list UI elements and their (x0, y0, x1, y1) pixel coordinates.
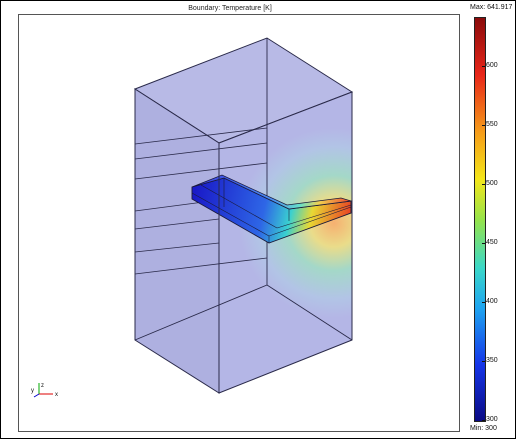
colorbar-min-label: Min: 300 (470, 425, 497, 432)
box-left-face (134, 88, 220, 394)
box-right-face (218, 91, 353, 394)
colorbar-tick: 450 (482, 239, 498, 246)
colorbar-tick: 400 (482, 298, 498, 305)
plot-title: Boundary: Temperature [K] (188, 5, 272, 12)
colorbar-tick: 350 (482, 357, 498, 364)
colorbar-tick: 300 (482, 416, 498, 423)
axis-y-label: y (31, 388, 34, 394)
graphics-viewport[interactable] (18, 14, 460, 432)
colorbar-tick: 550 (482, 121, 498, 128)
colorbar-max-label: Max: 641.917 (470, 4, 513, 11)
axis-triad: y x z (31, 383, 58, 398)
axis-z-label: z (41, 383, 44, 389)
axis-x-label: x (55, 392, 58, 398)
colorbar-tick: 500 (482, 180, 498, 187)
3d-scene[interactable] (19, 15, 459, 431)
colorbar-tick: 600 (482, 62, 498, 69)
